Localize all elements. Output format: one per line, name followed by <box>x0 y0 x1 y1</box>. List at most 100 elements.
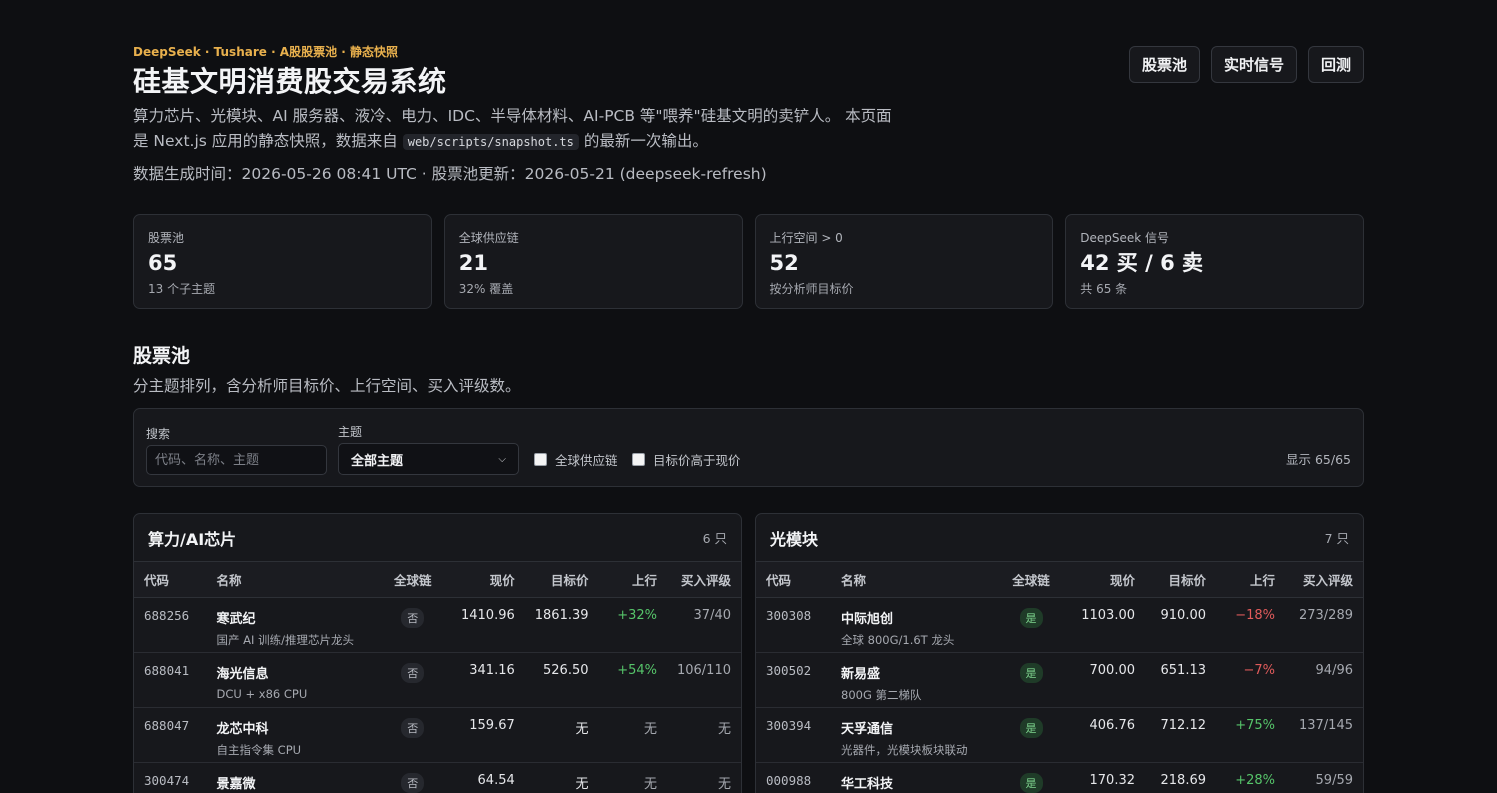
table-row[interactable]: 688041 海光信息 DCU + x86 CPU 否 341.16 526.50… <box>134 652 741 708</box>
global-badge: 是 <box>1019 662 1043 683</box>
target-above-checkbox[interactable]: 目标价高于现价 <box>632 450 741 469</box>
global-badge: 否 <box>401 662 425 683</box>
upside: +54% <box>598 652 667 708</box>
upside: +32% <box>598 597 667 653</box>
table-row[interactable]: 300308 中际旭创全球 800G/1.6T 龙头 是 1103.00 910… <box>756 597 1363 653</box>
search-input[interactable] <box>146 445 327 475</box>
col-name[interactable]: 名称 <box>206 562 379 598</box>
stock-table: 代码 名称 全球链 现价 目标价 上行 买入评级 300308 中际旭创全球 8… <box>756 562 1363 793</box>
stat-label: 股票池 <box>148 231 185 245</box>
page-title: 硅基文明消费股交易系统 <box>133 65 447 98</box>
target-price: 1861.39 <box>524 597 599 653</box>
col-target[interactable]: 目标价 <box>524 562 599 598</box>
global-chain-checkbox[interactable]: 全球供应链 <box>534 450 618 469</box>
filter-bar: 搜索 主题 全部主题 ⌵ 全球供应链 目标价高于现价 显示 65/65 <box>133 408 1364 487</box>
col-upside[interactable]: 上行 <box>1216 562 1285 598</box>
col-global[interactable]: 全球链 <box>1001 562 1061 598</box>
stock-code: 300394 <box>766 717 812 733</box>
target-above-label: 目标价高于现价 <box>653 453 741 468</box>
target-price: 910.00 <box>1145 597 1216 653</box>
theme-select[interactable]: 全部主题 ⌵ <box>338 443 519 475</box>
table-row[interactable]: 688047 龙芯中科 自主指令集 CPU 否 159.67 无 无 无 <box>134 707 741 763</box>
stock-code: 300308 <box>766 607 812 623</box>
col-global[interactable]: 全球链 <box>378 562 447 598</box>
price: 159.67 <box>447 707 525 763</box>
buy-rating: 106/110 <box>666 652 741 708</box>
target-price: 无 <box>524 707 599 763</box>
global-badge: 否 <box>401 607 425 628</box>
theme-select-value: 全部主题 <box>351 453 404 469</box>
stock-name: 海光信息 <box>216 666 269 682</box>
stat-card-upside: 上行空间 > 0 52 按分析师目标价 <box>754 214 1054 309</box>
table-header-row: 代码 名称 全球链 现价 目标价 上行 买入评级 <box>134 562 741 598</box>
stock-code: 688047 <box>144 717 190 733</box>
checkbox-icon[interactable] <box>632 453 645 466</box>
global-badge: 是 <box>1019 717 1043 738</box>
checkbox-icon[interactable] <box>534 453 547 466</box>
stock-code: 688256 <box>144 607 190 623</box>
stock-code: 300474 <box>144 772 190 788</box>
buy-rating: 59/59 <box>1285 762 1363 793</box>
col-code[interactable]: 代码 <box>756 562 831 598</box>
nav-backtest-button[interactable]: 回测 <box>1307 46 1364 83</box>
stat-sub: 按分析师目标价 <box>769 282 854 296</box>
col-code[interactable]: 代码 <box>134 562 207 598</box>
nav-signals-button[interactable]: 实时信号 <box>1210 46 1297 83</box>
stock-code: 000988 <box>766 772 812 788</box>
table-row[interactable]: 688256 寒武纪 国产 AI 训练/推理芯片龙头 否 1410.96 1861… <box>134 597 741 653</box>
price: 1410.96 <box>447 597 525 653</box>
theme-label: 主题 <box>338 425 363 439</box>
nav-pool-button[interactable]: 股票池 <box>1128 46 1200 83</box>
stock-desc: 光器件，光模块板块联动 <box>841 742 968 757</box>
upside: 无 <box>598 707 667 763</box>
stock-table: 代码 名称 全球链 现价 目标价 上行 买入评级 688256 寒武纪 国产 AI… <box>134 562 741 793</box>
table-row[interactable]: 300502 新易盛 800G 第二梯队 是 700.00 651.13 −7% … <box>756 652 1363 708</box>
desc-post: 的最新一次输出。 <box>583 132 708 150</box>
buy-rating: 273/289 <box>1285 597 1363 653</box>
chevron-down-icon: ⌵ <box>498 453 506 465</box>
stock-desc: 全球 800G/1.6T 龙头 <box>841 632 955 647</box>
col-upside[interactable]: 上行 <box>598 562 667 598</box>
stat-sub: 32% 覆盖 <box>458 282 514 296</box>
col-name[interactable]: 名称 <box>831 562 1001 598</box>
global-badge: 是 <box>1019 772 1043 793</box>
table-row[interactable]: 000988 华工科技 是 170.32 218.69 +28% 59/59 <box>756 762 1363 793</box>
stat-value: 52 <box>769 251 799 275</box>
global-badge: 是 <box>1019 607 1043 628</box>
col-rating[interactable]: 买入评级 <box>1285 562 1363 598</box>
stock-name: 中际旭创 <box>841 611 894 627</box>
price: 170.32 <box>1061 762 1145 793</box>
panel-header: 光模块 7 只 <box>756 514 1363 562</box>
price: 341.16 <box>447 652 525 708</box>
panel-header: 算力/AI芯片 6 只 <box>134 514 741 562</box>
upside: +75% <box>1216 707 1285 763</box>
col-price[interactable]: 现价 <box>447 562 525 598</box>
target-price: 651.13 <box>1145 652 1216 708</box>
target-price: 218.69 <box>1145 762 1216 793</box>
stat-label: DeepSeek 信号 <box>1080 231 1170 245</box>
section-subtitle: 分主题排列，含分析师目标价、上行空间、买入评级数。 <box>133 377 521 395</box>
stock-name: 新易盛 <box>841 666 881 682</box>
stat-sub: 13 个子主题 <box>148 282 216 296</box>
table-row[interactable]: 300394 天孚通信 光器件，光模块板块联动 是 406.76 712.12 +… <box>756 707 1363 763</box>
col-price[interactable]: 现价 <box>1061 562 1145 598</box>
upside: −18% <box>1216 597 1285 653</box>
stock-name: 景嘉微 <box>216 776 256 792</box>
stat-card-signals: DeepSeek 信号 42 买 / 6 卖 共 65 条 <box>1065 214 1364 309</box>
table-row[interactable]: 300474 景嘉微 否 64.54 无 无 无 <box>134 762 741 793</box>
stat-sub: 共 65 条 <box>1080 282 1128 296</box>
upside: 无 <box>598 762 667 793</box>
stock-desc: DCU + x86 CPU <box>216 686 308 701</box>
global-badge: 否 <box>401 772 425 793</box>
stat-label: 上行空间 > 0 <box>769 231 843 245</box>
eyebrow: DeepSeek · Tushare · A股股票池 · 静态快照 <box>133 45 399 59</box>
nav-buttons: 股票池 实时信号 回测 <box>1128 46 1364 83</box>
buy-rating: 无 <box>666 762 741 793</box>
col-rating[interactable]: 买入评级 <box>666 562 741 598</box>
stat-value: 21 <box>458 251 488 275</box>
price: 1103.00 <box>1061 597 1145 653</box>
generation-time: 数据生成时间：2026-05-26 08:41 UTC · 股票池更新：2026… <box>133 165 767 183</box>
page-description: 算力芯片、光模块、AI 服务器、液冷、电力、IDC、半导体材料、AI-PCB 等… <box>133 104 893 155</box>
stat-value: 42 买 / 6 卖 <box>1080 251 1203 275</box>
col-target[interactable]: 目标价 <box>1145 562 1216 598</box>
